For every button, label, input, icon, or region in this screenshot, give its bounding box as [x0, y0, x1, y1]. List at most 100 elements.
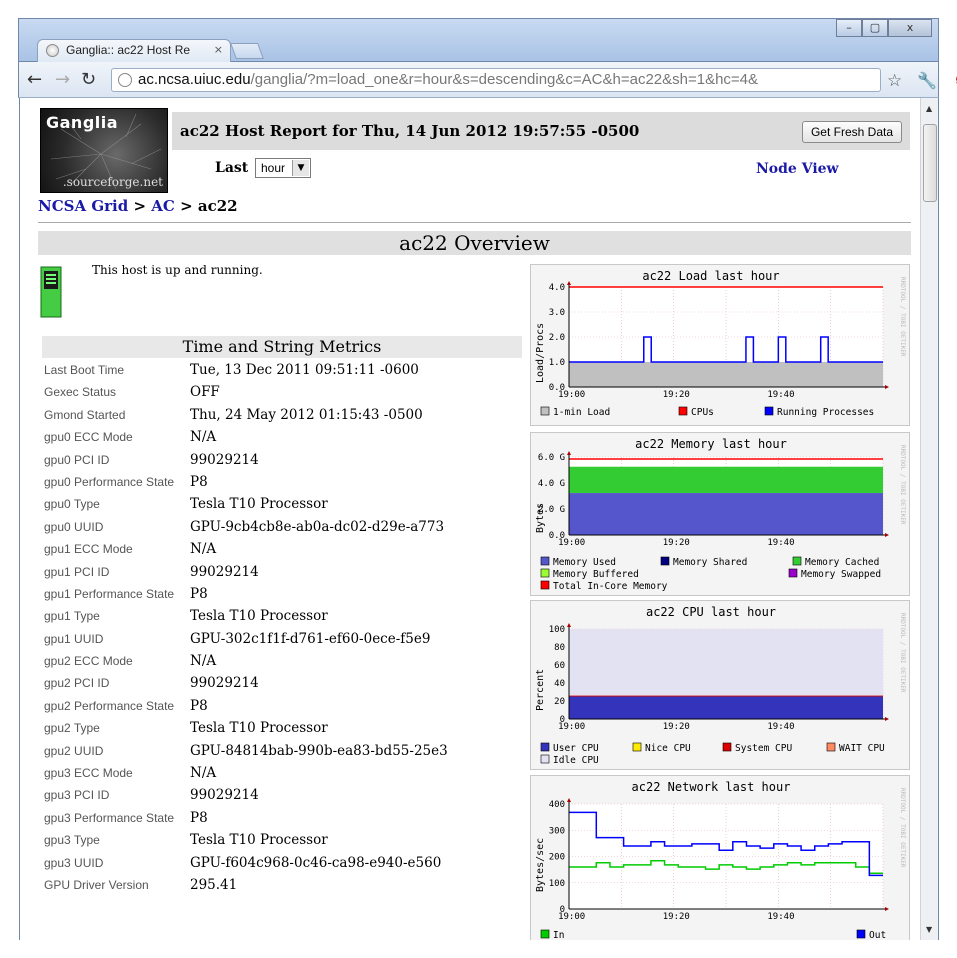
legend-swatch: [660, 556, 670, 566]
metric-row: gpu1 Type Tesla T10 Processor: [44, 606, 524, 628]
metric-name: gpu3 PCI ID: [44, 788, 110, 803]
network-graph[interactable]: ac22 Network last hour RRDTOOL / TOBI OE…: [530, 775, 910, 940]
metric-name: Gmond Started: [44, 407, 126, 422]
x-tick-label: 19:40: [767, 912, 794, 922]
get-fresh-data-button[interactable]: Get Fresh Data: [801, 121, 902, 143]
legend-label: Running Processes: [777, 407, 874, 418]
new-tab-button[interactable]: [230, 43, 264, 59]
x-tick-label: 19:40: [767, 538, 794, 548]
reload-icon[interactable]: ↻: [81, 69, 96, 90]
metric-value: 99029214: [190, 787, 259, 804]
metric-row: gpu2 Type Tesla T10 Processor: [44, 718, 524, 740]
legend-label: Total In-Core Memory: [553, 581, 668, 592]
scroll-down-icon[interactable]: ▼: [926, 925, 932, 934]
url-host: ac.ncsa.uiuc.edu: [138, 71, 251, 88]
minimize-button[interactable]: –: [836, 19, 862, 37]
metric-value: 99029214: [190, 675, 259, 692]
vertical-scrollbar[interactable]: ▲ ▼: [920, 98, 939, 940]
x-tick-label: 19:40: [767, 390, 794, 400]
metric-row: gpu2 PCI ID 99029214: [44, 673, 524, 695]
metric-name: gpu1 UUID: [44, 631, 104, 646]
legend-swatch: [764, 406, 774, 416]
tab-close-icon[interactable]: ×: [214, 43, 223, 56]
legend-label: In: [553, 930, 564, 940]
breadcrumb-host: ac22: [197, 197, 238, 215]
metric-name: gpu1 ECC Mode: [44, 542, 133, 557]
logo-subtitle: .sourceforge.net: [62, 175, 163, 189]
x-tick-label: 19:20: [663, 390, 690, 400]
metric-name: gpu0 Type: [44, 497, 100, 512]
memory-used-area: [569, 493, 883, 535]
report-header: ac22 Host Report for Thu, 14 Jun 2012 19…: [172, 112, 910, 150]
y-tick-label: 100: [549, 625, 565, 635]
metric-name: gpu0 UUID: [44, 519, 104, 534]
metric-value: 295.41: [190, 876, 238, 893]
legend-swatch: [722, 742, 732, 752]
range-label: Last: [215, 160, 249, 176]
memory-graph[interactable]: ac22 Memory last hour RRDTOOL / TOBI OET…: [530, 432, 910, 596]
legend-swatch: [540, 754, 550, 764]
address-bar[interactable]: ac.ncsa.uiuc.edu/ganglia/?m=load_one&r=h…: [111, 68, 957, 92]
y-tick-label: 400: [549, 800, 565, 810]
y-tick-label: 300: [549, 826, 565, 836]
y-axis-arrow-icon: [567, 451, 571, 455]
metric-value: N/A: [190, 429, 217, 446]
metric-row: gpu1 Performance State P8: [44, 584, 524, 606]
y-tick-label: 60: [554, 661, 565, 671]
close-window-button[interactable]: x: [888, 19, 932, 37]
favicon-icon: [46, 44, 59, 57]
wrench-menu-icon[interactable]: 🔧: [917, 71, 937, 90]
metric-name: gpu3 ECC Mode: [44, 766, 133, 781]
legend-label: Idle CPU: [553, 755, 599, 766]
metric-row: gpu2 ECC Mode N/A: [44, 651, 524, 673]
metric-row: gpu3 ECC Mode N/A: [44, 763, 524, 785]
divider: [38, 222, 911, 223]
forward-arrow-icon[interactable]: →: [55, 69, 70, 90]
page-content: Ganglia .sourceforge.net ac22 Host Repor…: [19, 98, 920, 940]
metric-value: N/A: [190, 541, 217, 558]
system-cpu-area: [569, 695, 883, 697]
maximize-button[interactable]: ▢: [862, 19, 888, 37]
range-value: hour: [261, 161, 286, 175]
load-graph[interactable]: ac22 Load last hour RRDTOOL / TOBI OETIK…: [530, 264, 910, 426]
x-tick-label: 19:20: [663, 722, 690, 732]
ganglia-logo: Ganglia .sourceforge.net: [40, 108, 168, 193]
browser-tab[interactable]: Ganglia:: ac22 Host Re ×: [37, 39, 231, 63]
legend-swatch: [826, 742, 836, 752]
cpu-graph[interactable]: ac22 CPU last hour RRDTOOL / TOBI OETIKE…: [530, 600, 910, 770]
x-tick-label: 19:00: [558, 722, 585, 732]
x-tick-label: 19:20: [663, 538, 690, 548]
breadcrumb-cluster[interactable]: AC: [151, 197, 175, 215]
metric-name: Gexec Status: [44, 385, 117, 400]
range-select[interactable]: hour ▼: [255, 158, 311, 178]
metrics-table: Last Boot Time Tue, 13 Dec 2011 09:51:11 …: [44, 360, 524, 897]
breadcrumb-grid[interactable]: NCSA Grid: [38, 197, 128, 215]
metric-value: Tesla T10 Processor: [190, 720, 328, 737]
bookmark-star-icon[interactable]: ☆: [887, 71, 902, 91]
user-cpu-area: [569, 696, 883, 719]
metric-value: OFF: [190, 384, 220, 401]
metric-row: gpu0 UUID GPU-9cb4cb8e-ab0a-dc02-d29e-a77…: [44, 517, 524, 539]
metric-row: gpu3 PCI ID 99029214: [44, 785, 524, 807]
breadcrumb-sep: >: [128, 197, 152, 215]
url-text[interactable]: ac.ncsa.uiuc.edu/ganglia/?m=load_one&r=h…: [138, 71, 758, 88]
metric-name: gpu1 Performance State: [44, 586, 175, 601]
legend-label: System CPU: [735, 743, 792, 754]
metric-value: Tue, 13 Dec 2011 09:51:11 -0600: [190, 362, 419, 378]
scrollbar-thumb[interactable]: [923, 124, 937, 202]
metric-row: gpu2 UUID GPU-84814bab-990b-ea83-bd55-25e…: [44, 741, 524, 763]
legend-label: Nice CPU: [645, 743, 691, 754]
metric-row: gpu0 ECC Mode N/A: [44, 427, 524, 449]
back-arrow-icon[interactable]: ←: [27, 69, 42, 90]
metric-name: gpu1 PCI ID: [44, 564, 110, 579]
breadcrumb: NCSA Grid > AC > ac22: [38, 197, 238, 215]
scroll-up-icon[interactable]: ▲: [926, 104, 932, 113]
legend-label: Memory Swapped: [801, 569, 881, 580]
metric-value: GPU-302c1f1f-d761-ef60-0ece-f5e9: [190, 630, 431, 647]
node-view-link[interactable]: Node View: [756, 161, 839, 177]
metric-row: gpu1 PCI ID 99029214: [44, 562, 524, 584]
metric-value: Thu, 24 May 2012 01:15:43 -0500: [190, 406, 423, 423]
metric-value: Tesla T10 Processor: [190, 832, 328, 849]
y-tick-label: 80: [554, 643, 565, 653]
metric-value: Tesla T10 Processor: [190, 496, 328, 513]
